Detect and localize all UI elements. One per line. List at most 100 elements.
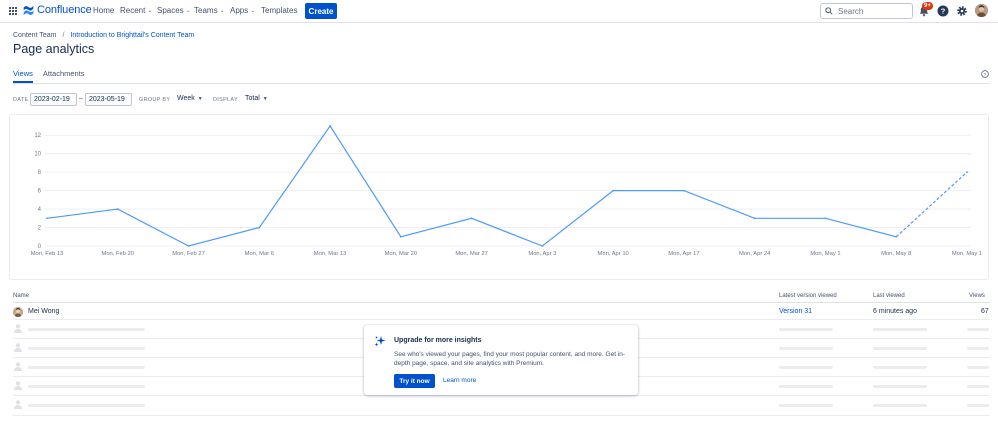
learn-more-link[interactable]: Learn more (443, 377, 476, 384)
app-switcher-icon[interactable] (9, 7, 18, 16)
placeholder-bar (779, 347, 833, 350)
placeholder-bar (967, 328, 989, 331)
search-box[interactable] (820, 3, 913, 19)
breadcrumb: Content Team / Introduction to Brighttai… (13, 32, 194, 39)
col-header-version[interactable]: Latest version viewed (779, 293, 837, 299)
placeholder-bar (28, 385, 145, 388)
nav-templates[interactable]: Templates (261, 6, 297, 15)
placeholder-bar (873, 366, 927, 369)
series-line-projected (895, 171, 968, 238)
placeholder-bar (28, 328, 145, 331)
x-tick-label: Mon, Mar 6 (245, 251, 274, 257)
data-point (470, 217, 473, 220)
x-tick-label: Mon, Apr 3 (528, 251, 556, 257)
placeholder-bar (28, 366, 145, 369)
y-tick-label: 6 (38, 189, 42, 195)
data-point (399, 235, 402, 238)
views-line-chart: 0 2 4 6 8 10 12 Mon, Feb 13 Mon, Feb 20 Mon, Feb … (31, 124, 982, 257)
col-header-name[interactable]: Name (13, 293, 29, 299)
svg-text:?: ? (941, 7, 946, 16)
nav-recent[interactable]: Recent ⌄ (120, 6, 152, 15)
row-divider (13, 319, 990, 320)
confluence-logo[interactable]: Confluence (23, 4, 92, 16)
y-tick-label: 0 (38, 244, 42, 250)
help-icon[interactable]: ? (937, 5, 949, 17)
x-tick-label: Mon, Feb 27 (172, 251, 205, 257)
notification-badge: 9+ (922, 2, 933, 10)
breadcrumb-space[interactable]: Content Team (13, 32, 56, 39)
placeholder-bar (967, 347, 989, 350)
x-tick-label: Mon, Mar 27 (455, 251, 488, 257)
nav-teams[interactable]: Teams ⌄ (194, 6, 225, 15)
placeholder-avatar-icon (14, 343, 22, 352)
settings-icon[interactable] (956, 5, 968, 17)
placeholder-bar (779, 366, 833, 369)
row-divider (13, 395, 990, 396)
placeholder-bar (873, 328, 927, 331)
data-point (966, 171, 968, 174)
data-point (541, 245, 544, 247)
chevron-down-icon: ▼ (262, 95, 268, 102)
avatar[interactable] (975, 4, 988, 17)
date-label: DATE (13, 97, 29, 103)
confluence-logo-icon (23, 5, 34, 15)
y-tick-label: 4 (38, 207, 42, 213)
breadcrumb-page[interactable]: Introduction to Brighttail's Content Tea… (70, 32, 194, 39)
y-tick-label: 2 (38, 226, 42, 232)
search-icon (825, 7, 833, 15)
search-input[interactable] (838, 6, 908, 16)
y-tick-label: 12 (34, 133, 41, 139)
table-bottom-divider (13, 415, 990, 416)
x-tick-label: Mon, Apr 24 (739, 251, 771, 257)
nav-apps[interactable]: Apps ⌄ (230, 6, 255, 15)
placeholder-bar (779, 404, 833, 407)
col-header-views[interactable]: Views (969, 293, 985, 299)
views-value: 67 (981, 308, 989, 315)
data-point (187, 245, 190, 247)
date-from-input[interactable]: 2023-02-19 (30, 93, 77, 106)
try-it-now-button[interactable]: Try it now (394, 374, 435, 388)
date-to-input[interactable]: 2023-05-19 (85, 93, 132, 106)
page-title: Page analytics (13, 42, 95, 56)
placeholder-bar (873, 347, 927, 350)
tab-views[interactable]: Views (13, 69, 33, 83)
placeholder-bar (28, 404, 145, 407)
placeholder-avatar-icon (14, 381, 22, 390)
data-point (116, 208, 119, 210)
chevron-down-icon: ▼ (197, 95, 203, 102)
data-point (612, 189, 615, 192)
tabs: Views Attachments (13, 69, 95, 83)
placeholder-avatar-icon (14, 400, 22, 409)
placeholder-bar (967, 404, 989, 407)
tab-attachments[interactable]: Attachments (43, 69, 85, 83)
chevron-down-icon: ⌄ (219, 8, 225, 14)
help-circle-icon[interactable]: ? (981, 70, 989, 78)
x-tick-label: Mon, Feb 20 (101, 251, 134, 257)
placeholder-bar (28, 347, 145, 350)
version-link[interactable]: Version 31 (779, 308, 812, 315)
data-point (824, 217, 827, 220)
nav-spaces[interactable]: Spaces ⌄ (157, 6, 191, 15)
display-label: DISPLAY (213, 97, 238, 103)
breadcrumb-separator: / (62, 32, 65, 39)
x-tick-label: Mon, Feb 13 (31, 251, 64, 257)
placeholder-bar (779, 385, 833, 388)
nav-home[interactable]: Home (93, 6, 114, 15)
placeholder-bar (967, 366, 989, 369)
placeholder-bar (873, 385, 927, 388)
tab-divider (13, 83, 990, 84)
chevron-down-icon: ⌄ (185, 8, 191, 14)
y-tick-label: 10 (34, 152, 41, 158)
upgrade-card: Upgrade for more insights See who's view… (364, 325, 638, 395)
data-point (258, 226, 261, 229)
x-tick-label: Mon, Mar 13 (314, 251, 347, 257)
col-header-last-viewed[interactable]: Last viewed (873, 293, 905, 299)
upgrade-title: Upgrade for more insights (394, 337, 482, 344)
create-button[interactable]: Create (305, 3, 337, 19)
display-select[interactable]: Total ▼ (245, 95, 268, 102)
group-by-select[interactable]: Week ▼ (177, 95, 203, 102)
x-tick-label: Mon, May 1 (952, 251, 982, 257)
avatar (13, 307, 23, 317)
series-line (46, 124, 897, 247)
header-divider (13, 302, 990, 303)
